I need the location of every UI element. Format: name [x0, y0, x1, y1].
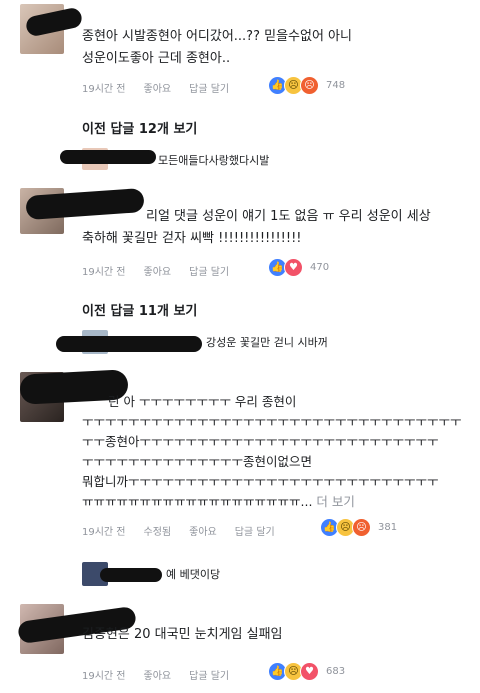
reaction-summary[interactable]: 👍 ☹ ♥ 683	[268, 662, 345, 681]
timestamp: 19시간 전	[82, 671, 126, 682]
view-previous-replies[interactable]: 이전 답글 11개 보기	[82, 300, 197, 319]
view-previous-replies[interactable]: 이전 답글 12개 보기	[82, 118, 197, 137]
reply-text: 예 베댓이당	[166, 568, 221, 581]
reply-text: 모든애들다사랑했다시발	[158, 154, 270, 167]
angry-icon: ☹	[300, 76, 319, 95]
like-link[interactable]: 좋아요	[144, 263, 172, 278]
reply-link[interactable]: 답글 달기	[235, 523, 275, 538]
reply-link[interactable]: 답글 달기	[189, 667, 229, 682]
reaction-count: 470	[310, 262, 330, 273]
comment-meta: 19시간 전 좋아요 답글 달기	[82, 80, 247, 95]
like-link[interactable]: 좋아요	[144, 667, 172, 682]
reaction-count: 748	[326, 80, 346, 91]
comment-meta: 19시간 전 좋아요 답글 달기	[82, 263, 247, 278]
comment-text: 종현아 시발종현아 어디갔어...?? 믿을수없어 아니 성운이도좋아 근데 종…	[82, 29, 352, 66]
redacted-name	[100, 568, 162, 582]
redacted-name	[56, 336, 202, 352]
reaction-count: 683	[326, 666, 346, 677]
reply-text: 강성운 꽃길만 걷니 시바꺼	[206, 336, 328, 349]
like-link[interactable]: 좋아요	[189, 523, 217, 538]
comment-text: 린 아 ㅜㅜㅜㅜㅜㅜㅜㅜ 우리 종현이 ㅜㅜㅜㅜㅜㅜㅜㅜㅜㅜㅜㅜㅜㅜㅜㅜㅜㅜㅜㅜ…	[82, 394, 462, 509]
reply-link[interactable]: 답글 달기	[189, 263, 229, 278]
reaction-summary[interactable]: 👍 ☹ ☹ 748	[268, 76, 345, 95]
see-more-link[interactable]: 더 보기	[316, 494, 354, 509]
love-icon: ♥	[284, 258, 303, 277]
reaction-count: 381	[378, 522, 398, 533]
like-link[interactable]: 좋아요	[144, 80, 172, 95]
angry-icon: ☹	[352, 518, 371, 537]
timestamp: 19시간 전	[82, 527, 126, 538]
reply-link[interactable]: 답글 달기	[189, 80, 229, 95]
comment-meta: 19시간 전 수정됨 좋아요 답글 달기	[82, 523, 293, 538]
comment-text: 리얼 댓글 성운이 얘기 1도 없음 ㅠ 우리 성운이 세상 축하해 꽃길만 걷…	[82, 209, 431, 246]
redacted-name	[60, 150, 156, 164]
timestamp: 19시간 전	[82, 84, 126, 95]
reaction-summary[interactable]: 👍 ☹ ☹ 381	[320, 518, 397, 537]
edited-label: 수정됨	[143, 527, 172, 538]
love-icon: ♥	[300, 662, 319, 681]
comment-text: 김종현은 20 대국민 눈치게임 실패임	[82, 627, 283, 642]
comment-meta: 19시간 전 좋아요 답글 달기	[82, 667, 247, 682]
reaction-summary[interactable]: 👍 ♥ 470	[268, 258, 329, 277]
timestamp: 19시간 전	[82, 267, 126, 278]
